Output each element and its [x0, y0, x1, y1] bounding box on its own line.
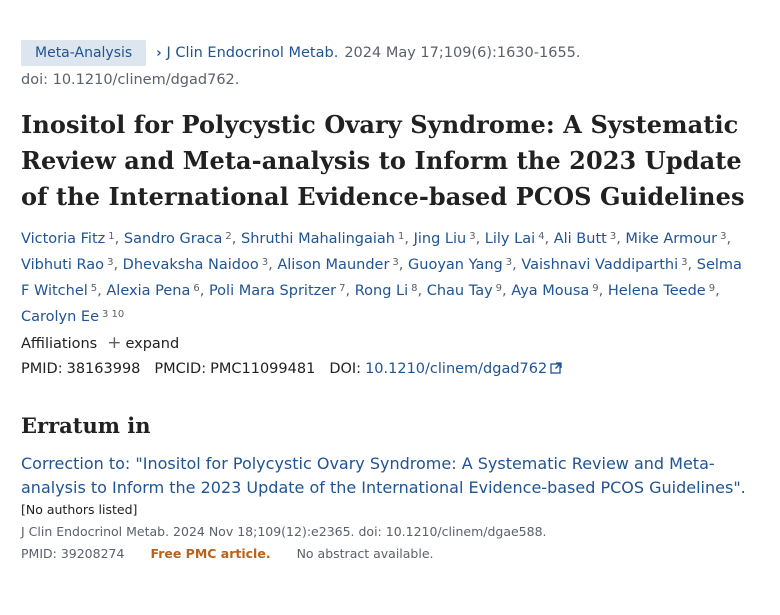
- author-link[interactable]: Rong Li: [355, 283, 408, 299]
- author-item: Ali Butt 3: [554, 231, 616, 247]
- erratum-heading: Erratum in: [21, 413, 151, 438]
- author-affiliation-number[interactable]: 3: [506, 257, 512, 268]
- author-item: Sandro Graca 2: [124, 231, 232, 247]
- author-link[interactable]: Vibhuti Rao: [21, 257, 104, 273]
- author-link[interactable]: Victoria Fitz: [21, 231, 105, 247]
- author-item: Aya Mousa 9: [511, 283, 598, 299]
- pmid-label: PMID:: [21, 361, 63, 377]
- author-item: Vaishnavi Vaddiparthi 3: [521, 257, 687, 273]
- author-item: Alexia Pena 6: [106, 283, 199, 299]
- pmcid-link[interactable]: PMC11099481: [210, 361, 315, 377]
- author-affiliation-number[interactable]: 8: [411, 283, 417, 294]
- article-page: Meta-Analysis › J Clin Endocrinol Metab.…: [21, 40, 751, 561]
- doi-link[interactable]: 10.1210/clinem/dgad762: [365, 361, 562, 377]
- author-affiliation-number[interactable]: 2: [225, 231, 231, 242]
- chevron-right-icon: ›: [156, 45, 162, 61]
- author-link[interactable]: Alison Maunder: [277, 257, 389, 273]
- plus-icon: +: [107, 333, 122, 353]
- author-item: Lily Lai 4: [485, 231, 545, 247]
- affiliations-toggle[interactable]: Affiliations + expand: [21, 335, 751, 352]
- author-link[interactable]: Jing Liu: [414, 231, 467, 247]
- citation-text: 2024 May 17;109(6):1630-1655.: [344, 45, 581, 61]
- author-affiliation-number[interactable]: 4: [538, 231, 544, 242]
- author-affiliation-number[interactable]: 9: [709, 283, 715, 294]
- author-item: Shruthi Mahalingaiah 1: [241, 231, 404, 247]
- author-link[interactable]: Ali Butt: [554, 231, 607, 247]
- author-link[interactable]: Mike Armour: [625, 231, 717, 247]
- author-item: Alison Maunder 3: [277, 257, 398, 273]
- external-link-icon: [550, 362, 562, 374]
- author-item: Rong Li 8: [355, 283, 418, 299]
- erratum-pmid: PMID: 39208274: [21, 546, 125, 561]
- author-item: Vibhuti Rao 3: [21, 257, 113, 273]
- author-affiliation-number[interactable]: 6: [193, 283, 199, 294]
- doi-label: DOI:: [329, 361, 362, 377]
- author-affiliation-number[interactable]: 7: [339, 283, 345, 294]
- no-abstract-text: No abstract available.: [296, 546, 434, 561]
- publication-type-badge[interactable]: Meta-Analysis: [21, 40, 147, 66]
- author-item: Poli Mara Spritzer 7: [209, 283, 346, 299]
- affiliations-label: Affiliations: [21, 335, 98, 352]
- author-link[interactable]: Chau Tay: [427, 283, 493, 299]
- author-affiliation-number[interactable]: 9: [592, 283, 598, 294]
- author-link[interactable]: Sandro Graca: [124, 231, 223, 247]
- pmid-value: 38163998: [66, 361, 141, 377]
- author-item: Victoria Fitz 1: [21, 231, 115, 247]
- correction-link[interactable]: Correction to: "Inositol for Polycystic …: [21, 452, 751, 500]
- author-item: Mike Armour 3: [625, 231, 726, 247]
- author-affiliation-number[interactable]: 3: [720, 231, 726, 242]
- doi-text: doi: 10.1210/clinem/dgad762.: [21, 72, 240, 88]
- author-link[interactable]: Alexia Pena: [106, 283, 190, 299]
- expand-label[interactable]: expand: [125, 336, 179, 352]
- author-affiliation-number[interactable]: 1: [108, 231, 114, 242]
- author-affiliation-number[interactable]: 3: [469, 231, 475, 242]
- pmcid-label: PMCID:: [154, 361, 207, 377]
- author-link[interactable]: Lily Lai: [485, 231, 535, 247]
- author-link[interactable]: Shruthi Mahalingaiah: [241, 231, 395, 247]
- author-affiliation-number[interactable]: 3: [681, 257, 687, 268]
- author-item: Helena Teede 9: [608, 283, 715, 299]
- author-affiliation-number[interactable]: 3 10: [102, 309, 124, 320]
- author-affiliation-number[interactable]: 5: [91, 283, 97, 294]
- author-affiliation-number[interactable]: 3: [262, 257, 268, 268]
- author-affiliation-number[interactable]: 9: [496, 283, 502, 294]
- author-link[interactable]: Guoyan Yang: [408, 257, 503, 273]
- author-affiliation-number[interactable]: 3: [392, 257, 398, 268]
- author-item: Jing Liu 3: [414, 231, 476, 247]
- author-affiliation-number[interactable]: 3: [107, 257, 113, 268]
- no-authors-text: [No authors listed]: [21, 502, 138, 517]
- author-link[interactable]: Aya Mousa: [511, 283, 589, 299]
- article-title: Inositol for Polycystic Ovary Syndrome: …: [21, 110, 745, 211]
- author-link[interactable]: Helena Teede: [608, 283, 706, 299]
- author-affiliation-number[interactable]: 3: [610, 231, 616, 242]
- identifiers-row: PMID: 38163998 PMCID: PMC11099481 DOI: 1…: [21, 361, 751, 377]
- author-link[interactable]: Poli Mara Spritzer: [209, 283, 336, 299]
- free-pmc-badge: Free PMC article.: [150, 546, 271, 561]
- erratum-citation: J Clin Endocrinol Metab. 2024 Nov 18;109…: [21, 524, 547, 539]
- author-item: Guoyan Yang 3: [408, 257, 512, 273]
- author-affiliation-number[interactable]: 1: [398, 231, 404, 242]
- author-link[interactable]: Vaishnavi Vaddiparthi: [521, 257, 678, 273]
- author-link[interactable]: Dhevaksha Naidoo: [123, 257, 259, 273]
- erratum-meta: PMID: 39208274 Free PMC article. No abst…: [21, 546, 751, 561]
- citation-bar: Meta-Analysis › J Clin Endocrinol Metab.…: [21, 40, 751, 66]
- author-link[interactable]: Carolyn Ee: [21, 309, 99, 325]
- doi-link-text: 10.1210/clinem/dgad762: [365, 361, 548, 377]
- authors-list: Victoria Fitz 1, Sandro Graca 2, Shruthi M…: [21, 231, 742, 325]
- journal-link[interactable]: J Clin Endocrinol Metab.: [167, 45, 339, 61]
- author-item: Carolyn Ee 3 10: [21, 309, 124, 325]
- author-item: Dhevaksha Naidoo 3: [123, 257, 268, 273]
- author-item: Chau Tay 9: [427, 283, 502, 299]
